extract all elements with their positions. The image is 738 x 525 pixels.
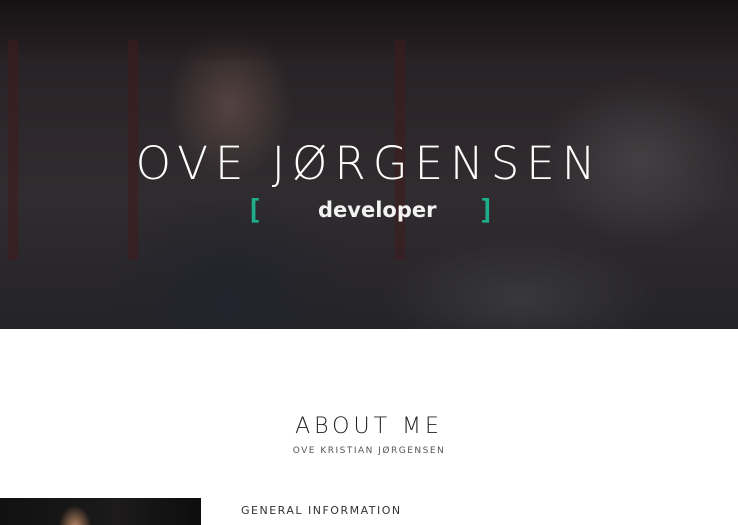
- general-information-heading: GENERAL INFORMATION: [241, 504, 402, 517]
- about-subtitle: OVE KRISTIAN JØRGENSEN: [292, 446, 446, 456]
- hero-role: [ developer ]: [246, 193, 495, 228]
- about-title: ABOUT ME: [295, 414, 443, 439]
- bracket-open: [: [246, 193, 263, 226]
- role-text: developer: [318, 198, 437, 222]
- bracket-close: ]: [478, 193, 495, 226]
- hero-name: OVE JØRGENSEN: [135, 137, 603, 190]
- hero-banner: OVE JØRGENSEN [ developer ]: [0, 0, 738, 329]
- portrait-image: [0, 498, 201, 525]
